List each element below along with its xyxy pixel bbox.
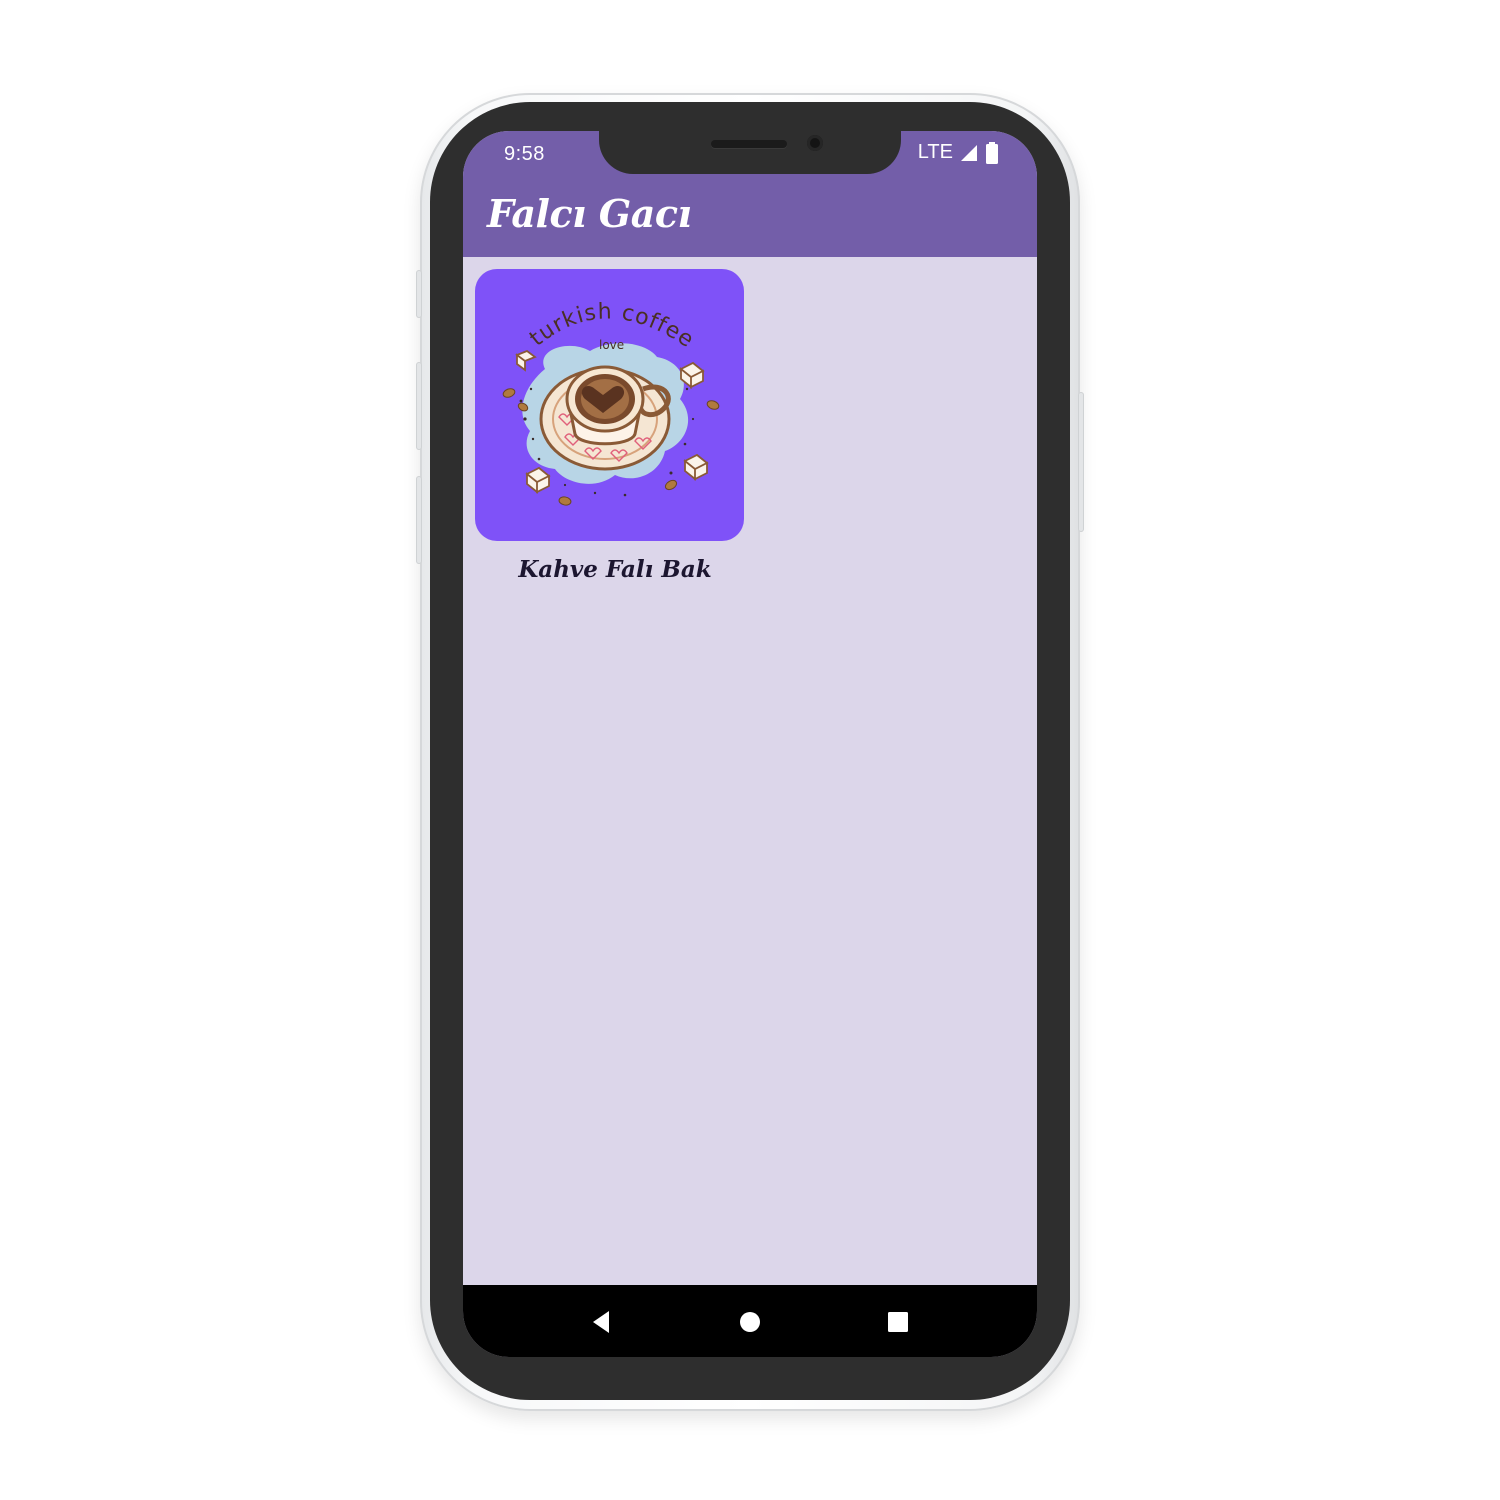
camera-notch: [599, 131, 901, 174]
earpiece-speaker: [711, 140, 787, 148]
volume-up-button: [416, 362, 422, 450]
volume-down-button: [416, 476, 422, 564]
network-label: LTE: [917, 141, 953, 163]
coffee-fortune-label[interactable]: Kahve Falı Bak: [475, 556, 755, 583]
illustration-subtitle: love: [599, 338, 624, 352]
power-button: [1078, 392, 1084, 532]
navigation-bar: [463, 1285, 1037, 1357]
recents-icon[interactable]: [883, 1307, 913, 1337]
device-mockup: 9:58 LTE Falcı Gacı turkish coffee love …: [0, 0, 1500, 1500]
status-indicators: LTE: [918, 141, 999, 164]
coffee-fortune-card[interactable]: turkish coffee love: [475, 269, 744, 541]
front-camera: [807, 135, 823, 151]
turkish-coffee-icon: turkish coffee love: [502, 299, 720, 506]
phone-screen: 9:58 LTE Falcı Gacı turkish coffee love …: [463, 131, 1037, 1357]
app-bar: Falcı Gacı: [463, 179, 1037, 257]
signal-icon: [961, 144, 977, 161]
home-icon[interactable]: [735, 1307, 765, 1337]
back-icon[interactable]: [587, 1307, 617, 1337]
battery-icon: [986, 141, 998, 164]
mute-switch: [416, 270, 422, 318]
app-title: Falcı Gacı: [487, 191, 692, 236]
status-time: 9:58: [504, 143, 545, 165]
